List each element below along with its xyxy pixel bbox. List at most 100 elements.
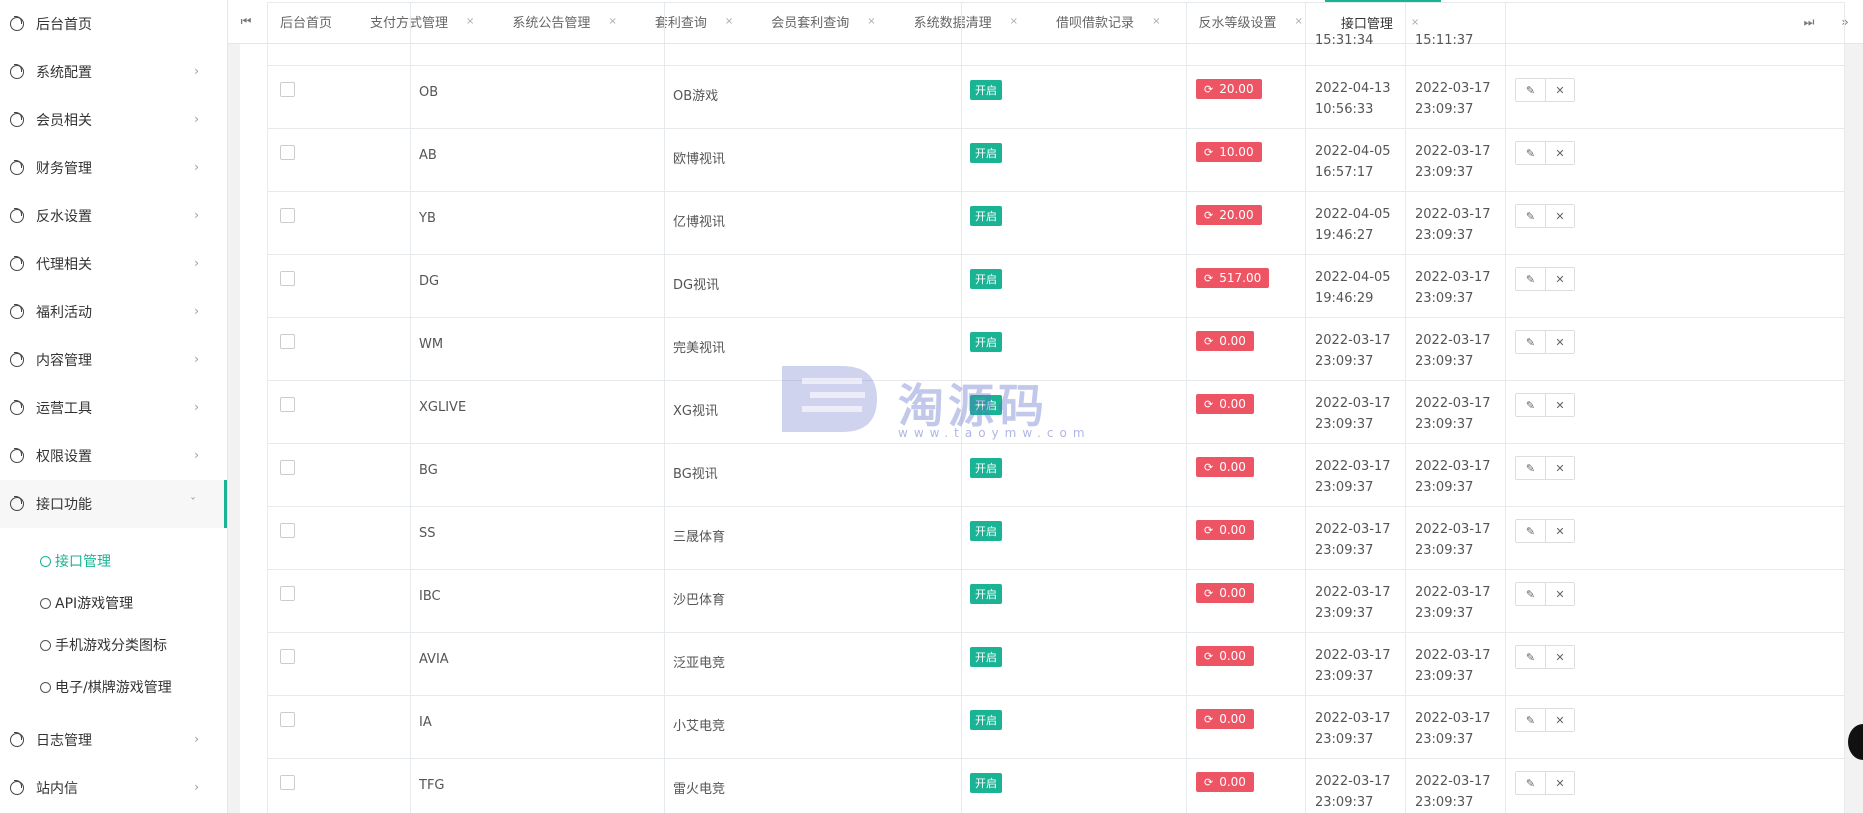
- edit-icon[interactable]: ✎: [1516, 79, 1545, 101]
- refresh-circle-icon: [10, 780, 24, 795]
- status-badge[interactable]: 开启: [970, 80, 1002, 100]
- refresh-balance-button[interactable]: ⟳ 20.00: [1196, 205, 1262, 225]
- edit-icon[interactable]: ✎: [1516, 772, 1545, 794]
- interface-code: YB: [419, 211, 436, 226]
- row-checkbox[interactable]: [280, 523, 295, 538]
- refresh-balance-button[interactable]: ⟳ 0.00: [1196, 583, 1254, 603]
- refresh-balance-button[interactable]: ⟳ 0.00: [1196, 457, 1254, 477]
- row-checkbox[interactable]: [280, 271, 295, 286]
- created-date: 2022-03-17: [1415, 774, 1491, 789]
- refresh-balance-button[interactable]: ⟳ 0.00: [1196, 646, 1254, 666]
- row-checkbox[interactable]: [280, 712, 295, 727]
- refresh-balance-button[interactable]: ⟳ 0.00: [1196, 520, 1254, 540]
- delete-icon[interactable]: ✕: [1545, 79, 1574, 101]
- balance-value: 0.00: [1219, 775, 1246, 789]
- delete-icon[interactable]: ✕: [1545, 772, 1574, 794]
- refresh-balance-button[interactable]: ⟳ 0.00: [1196, 394, 1254, 414]
- status-badge[interactable]: 开启: [970, 521, 1002, 541]
- status-badge[interactable]: 开启: [970, 647, 1002, 667]
- sidebar-item-label: 财务管理: [36, 161, 92, 177]
- edit-icon[interactable]: ✎: [1516, 520, 1545, 542]
- created-time: 23:09:37: [1415, 165, 1474, 180]
- refresh-balance-button[interactable]: ⟳ 0.00: [1196, 331, 1254, 351]
- sidebar-item-finance[interactable]: 财务管理 ›: [0, 144, 227, 192]
- status-badge[interactable]: 开启: [970, 584, 1002, 604]
- sidebar-subitem-interface-management[interactable]: 接口管理: [0, 540, 227, 582]
- refresh-balance-button[interactable]: ⟳ 20.00: [1196, 79, 1262, 99]
- created-date: 2022-03-17: [1415, 711, 1491, 726]
- delete-icon[interactable]: ✕: [1545, 205, 1574, 227]
- sidebar-item-rebate[interactable]: 反水设置 ›: [0, 192, 227, 240]
- row-checkbox[interactable]: [280, 775, 295, 790]
- status-badge[interactable]: 开启: [970, 458, 1002, 478]
- created-date: 2022-03-17: [1415, 522, 1491, 537]
- status-badge[interactable]: 开启: [970, 395, 1002, 415]
- sidebar-item-members[interactable]: 会员相关 ›: [0, 96, 227, 144]
- floating-help-button[interactable]: [1848, 724, 1863, 760]
- status-badge[interactable]: 开启: [970, 206, 1002, 226]
- chevron-right-icon: ›: [194, 448, 199, 462]
- row-actions: ✎ ✕: [1515, 771, 1575, 795]
- refresh-circle-icon: [10, 208, 24, 223]
- delete-icon[interactable]: ✕: [1545, 457, 1574, 479]
- status-badge[interactable]: 开启: [970, 269, 1002, 289]
- sidebar-item-content[interactable]: 内容管理 ›: [0, 336, 227, 384]
- row-checkbox[interactable]: [280, 649, 295, 664]
- edit-icon[interactable]: ✎: [1516, 205, 1545, 227]
- edit-icon[interactable]: ✎: [1516, 709, 1545, 731]
- edit-icon[interactable]: ✎: [1516, 142, 1545, 164]
- sidebar-item-interfaces[interactable]: 接口功能 ˇ: [0, 480, 227, 528]
- status-badge[interactable]: 开启: [970, 143, 1002, 163]
- sidebar-subitem-slot-chess[interactable]: 电子/棋牌游戏管理: [0, 666, 227, 708]
- row-actions: ✎ ✕: [1515, 393, 1575, 417]
- status-badge[interactable]: 开启: [970, 332, 1002, 352]
- refresh-balance-button[interactable]: ⟳ 10.00: [1196, 142, 1262, 162]
- row-checkbox[interactable]: [280, 208, 295, 223]
- sidebar-subitem-api-games[interactable]: API游戏管理: [0, 582, 227, 624]
- sidebar-item-messages[interactable]: 站内信 ›: [0, 764, 227, 812]
- sidebar-item-agents[interactable]: 代理相关 ›: [0, 240, 227, 288]
- delete-icon[interactable]: ✕: [1545, 520, 1574, 542]
- row-checkbox[interactable]: [280, 586, 295, 601]
- sidebar-subitem-mobile-icons[interactable]: 手机游戏分类图标: [0, 624, 227, 666]
- sidebar-item-label: 运营工具: [36, 401, 92, 417]
- tab-scroll-left-icon[interactable]: ⏮: [228, 14, 264, 29]
- edit-icon[interactable]: ✎: [1516, 457, 1545, 479]
- row-checkbox[interactable]: [280, 460, 295, 475]
- status-badge[interactable]: 开启: [970, 773, 1002, 793]
- row-checkbox[interactable]: [280, 145, 295, 160]
- sidebar-item-operations[interactable]: 运营工具 ›: [0, 384, 227, 432]
- row-checkbox[interactable]: [280, 397, 295, 412]
- delete-icon[interactable]: ✕: [1545, 331, 1574, 353]
- sidebar-item-system-config[interactable]: 系统配置 ›: [0, 48, 227, 96]
- edit-icon[interactable]: ✎: [1516, 646, 1545, 668]
- updated-time: 23:09:37: [1315, 354, 1374, 369]
- interface-code: XGLIVE: [419, 400, 467, 415]
- delete-icon[interactable]: ✕: [1545, 142, 1574, 164]
- interface-code: IA: [419, 715, 432, 730]
- balance-value: 0.00: [1219, 586, 1246, 600]
- sidebar-item-permissions[interactable]: 权限设置 ›: [0, 432, 227, 480]
- delete-icon[interactable]: ✕: [1545, 646, 1574, 668]
- delete-icon[interactable]: ✕: [1545, 709, 1574, 731]
- edit-icon[interactable]: ✎: [1516, 394, 1545, 416]
- refresh-circle-icon: [10, 448, 24, 463]
- refresh-balance-button[interactable]: ⟳ 0.00: [1196, 772, 1254, 792]
- edit-icon[interactable]: ✎: [1516, 268, 1545, 290]
- delete-icon[interactable]: ✕: [1545, 583, 1574, 605]
- row-checkbox[interactable]: [280, 334, 295, 349]
- refresh-balance-button[interactable]: ⟳ 0.00: [1196, 709, 1254, 729]
- sidebar-item-home[interactable]: 后台首页: [0, 0, 227, 48]
- refresh-balance-button[interactable]: ⟳ 517.00: [1196, 268, 1270, 288]
- delete-icon[interactable]: ✕: [1545, 268, 1574, 290]
- delete-icon[interactable]: ✕: [1545, 394, 1574, 416]
- edit-icon[interactable]: ✎: [1516, 583, 1545, 605]
- sidebar-item-promotions[interactable]: 福利活动 ›: [0, 288, 227, 336]
- sidebar-item-label: 福利活动: [36, 305, 92, 321]
- refresh-circle-icon: [40, 639, 51, 651]
- sidebar-item-logs[interactable]: 日志管理 ›: [0, 716, 227, 764]
- created-date: 2022-03-17: [1415, 648, 1491, 663]
- status-badge[interactable]: 开启: [970, 710, 1002, 730]
- edit-icon[interactable]: ✎: [1516, 331, 1545, 353]
- row-checkbox[interactable]: [280, 82, 295, 97]
